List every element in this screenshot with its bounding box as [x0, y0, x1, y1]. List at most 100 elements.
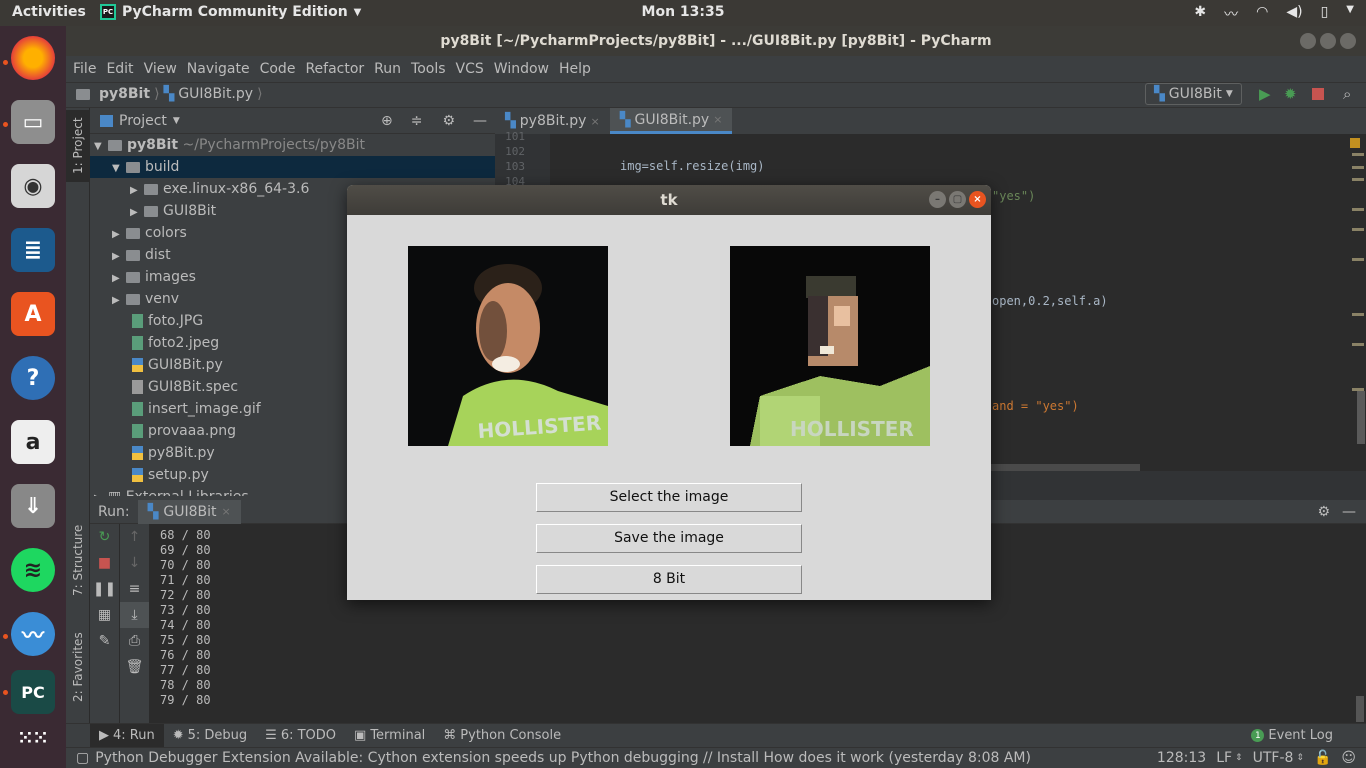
horizontal-scrollbar[interactable] — [985, 464, 1140, 471]
trash-icon[interactable]: 🗑 — [120, 654, 149, 680]
franz-icon[interactable]: 〰 — [11, 612, 55, 656]
amazon-icon[interactable]: a — [11, 420, 55, 464]
menu-help[interactable]: Help — [559, 61, 591, 77]
bluetooth-icon[interactable]: ✱ — [1194, 4, 1206, 24]
menu-tools[interactable]: Tools — [411, 61, 446, 77]
menu-navigate[interactable]: Navigate — [187, 61, 250, 77]
chevron-down-icon[interactable]: ▼ — [1346, 4, 1354, 24]
system-tray[interactable]: ✱ 〰 ◠ ◀) ▯ ▼ — [1194, 4, 1354, 24]
inspector-icon[interactable]: ☺ — [1341, 750, 1356, 766]
caret-position[interactable]: 128:13 — [1157, 750, 1206, 766]
mustache-icon[interactable]: 〰 — [1224, 4, 1238, 24]
tool-run[interactable]: ▶ 4: Run — [90, 724, 164, 747]
locate-icon[interactable]: ⊕ — [381, 113, 393, 129]
close-tab-icon[interactable]: × — [590, 115, 599, 128]
transmission-icon[interactable]: ⇓ — [11, 484, 55, 528]
collapse-all-icon[interactable]: ≑ — [411, 113, 423, 129]
chevron-down-icon[interactable]: ▼ — [173, 116, 180, 126]
project-panel-header: Project ▼ ⊕ ≑ ⚙ — — [90, 108, 495, 134]
warning-marker-icon[interactable] — [1350, 138, 1360, 148]
tool-python-console[interactable]: ⌘ Python Console — [434, 728, 570, 743]
status-message[interactable]: Python Debugger Extension Available: Cyt… — [95, 750, 1031, 766]
select-image-button[interactable]: Select the image — [536, 483, 802, 512]
menu-file[interactable]: File — [73, 61, 96, 77]
menu-vcs[interactable]: VCS — [456, 61, 484, 77]
close-tab-icon[interactable]: × — [221, 505, 230, 518]
rerun-icon[interactable]: ↻ — [90, 524, 119, 550]
pin-icon[interactable]: ✎ — [90, 628, 119, 654]
python-icon: ▚ — [147, 503, 159, 520]
breadcrumb-file[interactable]: GUI8Bit.py — [178, 86, 253, 102]
tab-favorites[interactable]: 2: Favorites — [66, 620, 90, 715]
close-tab-icon[interactable]: × — [713, 113, 722, 126]
maximize-button[interactable]: ▢ — [949, 191, 966, 208]
ubuntu-software-icon[interactable]: A — [11, 292, 55, 336]
activities-button[interactable]: Activities — [12, 4, 86, 20]
menu-run[interactable]: Run — [374, 61, 401, 77]
rhythmbox-icon[interactable]: ◉ — [11, 164, 55, 208]
menu-code[interactable]: Code — [260, 61, 296, 77]
run-icon: ▶ — [99, 728, 109, 743]
libreoffice-impress-icon[interactable]: ≣ — [11, 228, 55, 272]
menu-view[interactable]: View — [144, 61, 177, 77]
menu-refactor[interactable]: Refactor — [305, 61, 364, 77]
tool-terminal[interactable]: ▣ Terminal — [345, 728, 434, 743]
encoding[interactable]: UTF-8 — [1253, 750, 1294, 766]
wifi-icon[interactable]: ◠ — [1256, 4, 1268, 24]
menu-edit[interactable]: Edit — [106, 61, 133, 77]
console-scrollbar[interactable] — [1356, 696, 1364, 722]
tab-project[interactable]: 1: Project — [66, 110, 90, 182]
search-icon[interactable]: ⌕ — [1343, 85, 1351, 103]
toggle-tool-windows-icon[interactable]: ▢ — [76, 750, 89, 766]
gear-icon[interactable]: ⚙ — [442, 113, 455, 129]
show-applications-icon[interactable]: ⁙⁙ — [11, 716, 55, 760]
event-log-button[interactable]: 1 Event Log — [1242, 728, 1342, 743]
scroll-to-end-icon[interactable]: ⤓ — [120, 602, 149, 628]
app-menu[interactable]: PC PyCharm Community Edition ▼ — [100, 4, 361, 20]
project-view-selector[interactable]: Project — [119, 113, 167, 129]
save-image-button[interactable]: Save the image — [536, 524, 802, 553]
tree-item-root[interactable]: ▼ py8Bit ~/PycharmProjects/py8Bit — [90, 134, 495, 156]
pause-icon[interactable]: ❚❚ — [90, 576, 119, 602]
help-icon[interactable]: ? — [11, 356, 55, 400]
hide-icon[interactable]: — — [1342, 504, 1356, 520]
pycharm-dock-icon[interactable]: PC — [11, 670, 55, 714]
debug-icon[interactable]: ✹ — [1284, 85, 1297, 103]
run-tab[interactable]: ▚ GUI8Bit × — [137, 499, 241, 524]
gear-icon[interactable]: ⚙ — [1317, 504, 1330, 520]
menu-window[interactable]: Window — [494, 61, 549, 77]
stop-icon[interactable]: ■ — [90, 550, 119, 576]
minimize-button[interactable]: – — [929, 191, 946, 208]
tool-todo[interactable]: ☰ 6: TODO — [256, 728, 345, 743]
run-icon[interactable]: ▶ — [1259, 85, 1271, 103]
breadcrumb-project[interactable]: py8Bit — [99, 86, 150, 102]
maximize-button[interactable] — [1320, 33, 1336, 49]
tool-debug[interactable]: ✹ 5: Debug — [164, 728, 256, 743]
lock-icon[interactable]: 🔓 — [1314, 750, 1331, 766]
console-line: 72 / 80 — [160, 588, 211, 602]
console-output[interactable]: 68 / 80 69 / 80 70 / 80 71 / 80 72 / 80 73 / … — [160, 528, 211, 708]
hide-icon[interactable]: — — [473, 113, 487, 129]
files-icon[interactable]: ▭ — [11, 100, 55, 144]
close-button[interactable] — [1340, 33, 1356, 49]
run-config-selector[interactable]: ▚ GUI8Bit ▼ — [1145, 83, 1242, 105]
tab-structure[interactable]: 7: Structure — [66, 513, 90, 608]
minimize-button[interactable] — [1300, 33, 1316, 49]
up-arrow-icon[interactable]: ↑ — [120, 524, 149, 550]
volume-icon[interactable]: ◀) — [1286, 4, 1302, 24]
firefox-icon[interactable] — [11, 36, 55, 80]
project-view-icon — [100, 114, 113, 127]
spotify-icon[interactable]: ≋ — [11, 548, 55, 592]
print-icon[interactable]: ⎙ — [120, 628, 149, 654]
close-button[interactable]: × — [969, 191, 986, 208]
soft-wrap-icon[interactable]: ≡ — [120, 576, 149, 602]
tree-item[interactable]: ▼ build — [90, 156, 495, 178]
stop-icon[interactable] — [1312, 88, 1324, 100]
battery-icon[interactable]: ▯ — [1321, 4, 1329, 24]
left-tool-strip: 1: Project 7: Structure 2: Favorites — [66, 108, 90, 723]
layout-icon[interactable]: ▦ — [90, 602, 119, 628]
8bit-button[interactable]: 8 Bit — [536, 565, 802, 594]
vertical-scrollbar[interactable] — [1357, 391, 1365, 444]
down-arrow-icon[interactable]: ↓ — [120, 550, 149, 576]
line-separator[interactable]: LF — [1216, 750, 1232, 766]
